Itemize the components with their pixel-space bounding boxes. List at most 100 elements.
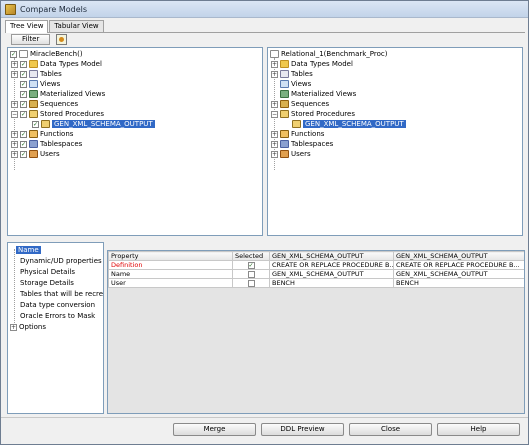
tree-item-label: GEN_XML_SCHEMA_OUTPUT (303, 120, 406, 128)
option-label: Tables that will be recreated (20, 290, 104, 298)
table-row[interactable]: Name GEN_XML_SCHEMA_OUTPUT GEN_XML_SCHEM… (108, 269, 524, 279)
tree-item-gen-xml-schema-output[interactable]: ✓ GEN_XML_SCHEMA_OUTPUT (32, 119, 155, 129)
tree-item-sequences[interactable]: + ✓ Sequences (11, 99, 78, 109)
merge-button[interactable]: Merge (173, 423, 256, 436)
tree-item-users[interactable]: + ✓ Users (11, 149, 60, 159)
table-icon (280, 70, 289, 78)
tree-item-tablespaces[interactable]: + ✓ Tablespaces (11, 139, 82, 149)
filter-button[interactable]: Filter (11, 34, 51, 45)
tablespace-icon (29, 140, 38, 148)
tree-item-label: Data Types Model (291, 60, 353, 68)
expand-icon[interactable]: + (11, 60, 18, 68)
table-row[interactable]: User BENCH BENCH (108, 278, 524, 288)
tree-item-label: Materialized Views (40, 90, 106, 98)
tree-item-gen-xml-schema-output[interactable]: GEN_XML_SCHEMA_OUTPUT (292, 119, 406, 129)
tree-item-functions[interactable]: + ✓ Functions (11, 129, 73, 139)
tree-item-label: Stored Procedures (291, 110, 355, 118)
selected-checkbox[interactable] (247, 279, 255, 287)
selected-cell[interactable]: ✓ (232, 260, 270, 270)
tree-item-tables[interactable]: + Tables (271, 69, 313, 79)
selected-cell[interactable] (232, 278, 270, 288)
expand-icon[interactable]: + (10, 323, 17, 331)
tree-item-materialized-views[interactable]: ✓ Materialized Views (20, 89, 105, 99)
checkbox[interactable]: ✓ (20, 110, 27, 118)
procedure-folder-icon (29, 110, 38, 118)
expand-icon[interactable]: + (271, 70, 278, 78)
tree-item-tables[interactable]: + ✓ Tables (11, 69, 62, 79)
checkbox[interactable]: ✓ (20, 80, 27, 88)
tree-item-views[interactable]: ✓ Views (20, 79, 60, 89)
left-model-tree: ✓ MiracleBench() + ✓ Data Types Model + … (7, 47, 263, 236)
view-tabs: Tree View Tabular View (5, 20, 105, 33)
checkbox[interactable]: ✓ (20, 140, 27, 148)
property-cell: Name (108, 269, 233, 279)
view-icon (280, 80, 289, 88)
tree-item-sequences[interactable]: + Sequences (271, 99, 329, 109)
selected-cell[interactable] (232, 269, 270, 279)
tree-item-label: Tablespaces (291, 140, 334, 148)
checkbox[interactable]: ✓ (20, 60, 27, 68)
tree-item-data-types[interactable]: + ✓ Data Types Model (11, 59, 102, 69)
folder-icon (29, 60, 38, 68)
checkbox[interactable]: ✓ (20, 90, 27, 98)
expand-icon[interactable]: + (11, 100, 18, 108)
help-button[interactable]: Help (437, 423, 520, 436)
left-value-cell: BENCH (269, 278, 394, 288)
tab-tree-view[interactable]: Tree View (5, 20, 49, 33)
view-icon (29, 80, 38, 88)
column-header-selected[interactable]: Selected (232, 251, 270, 261)
expand-icon[interactable]: + (11, 140, 18, 148)
tab-tabular-view[interactable]: Tabular View (49, 20, 104, 32)
close-button[interactable]: Close (349, 423, 432, 436)
column-header-property[interactable]: Property (108, 251, 233, 261)
checkbox[interactable]: ✓ (20, 150, 27, 158)
tree-item-label: Data Types Model (40, 60, 102, 68)
option-physical-details[interactable]: Physical Details (20, 267, 75, 277)
filter-settings-icon[interactable] (56, 34, 68, 45)
expand-icon[interactable]: + (271, 130, 278, 138)
tree-root[interactable]: ✓ MiracleBench() (10, 49, 83, 59)
expand-icon[interactable]: + (271, 150, 278, 158)
function-icon (29, 130, 38, 138)
checkbox[interactable]: ✓ (20, 130, 27, 138)
option-data-type-conversion[interactable]: Data type conversion (20, 300, 95, 310)
option-tables-recreated[interactable]: Tables that will be recreated (20, 289, 104, 299)
column-header-left-object[interactable]: GEN_XML_SCHEMA_OUTPUT (269, 251, 394, 261)
folder-icon (280, 60, 289, 68)
toolbar: Filter (5, 32, 525, 46)
expand-icon[interactable]: + (271, 60, 278, 68)
checkbox[interactable]: ✓ (20, 70, 27, 78)
tree-item-stored-procedures[interactable]: − ✓ Stored Procedures (11, 109, 104, 119)
left-value-cell: GEN_XML_SCHEMA_OUTPUT (269, 269, 394, 279)
tree-item-tablespaces[interactable]: + Tablespaces (271, 139, 333, 149)
procedure-icon (292, 120, 301, 128)
expand-icon[interactable]: + (11, 130, 18, 138)
column-header-right-object[interactable]: GEN_XML_SCHEMA_OUTPUT (393, 251, 524, 261)
option-storage-details[interactable]: Storage Details (20, 278, 74, 288)
collapse-icon[interactable]: − (11, 110, 18, 118)
tree-root[interactable]: Relational_1(Benchmark_Proc) (270, 49, 387, 59)
expand-icon[interactable]: + (11, 70, 18, 78)
option-oracle-errors-to-mask[interactable]: Oracle Errors to Mask (20, 311, 95, 321)
option-options[interactable]: + Options (10, 322, 46, 332)
expand-icon[interactable]: + (271, 100, 278, 108)
ddl-preview-button[interactable]: DDL Preview (261, 423, 344, 436)
tree-item-stored-procedures[interactable]: − Stored Procedures (271, 109, 355, 119)
selected-checkbox[interactable]: ✓ (247, 261, 255, 269)
checkbox[interactable]: ✓ (32, 120, 39, 128)
tree-item-functions[interactable]: + Functions (271, 129, 324, 139)
table-row[interactable]: Definition ✓ CREATE OR REPLACE PROCEDURE… (108, 260, 524, 270)
expand-icon[interactable]: + (11, 150, 18, 158)
tree-item-users[interactable]: + Users (271, 149, 311, 159)
tree-item-label: Materialized Views (291, 90, 357, 98)
checkbox[interactable]: ✓ (20, 100, 27, 108)
option-name[interactable]: Name (16, 245, 41, 255)
expand-icon[interactable]: + (271, 140, 278, 148)
tree-item-views[interactable]: Views (280, 79, 311, 89)
tree-item-data-types[interactable]: + Data Types Model (271, 59, 353, 69)
collapse-icon[interactable]: − (271, 110, 278, 118)
tree-item-materialized-views[interactable]: Materialized Views (280, 89, 356, 99)
checkbox[interactable]: ✓ (10, 50, 17, 58)
selected-checkbox[interactable] (247, 270, 255, 278)
option-dynamic-ud-properties[interactable]: Dynamic/UD properties (20, 256, 102, 266)
